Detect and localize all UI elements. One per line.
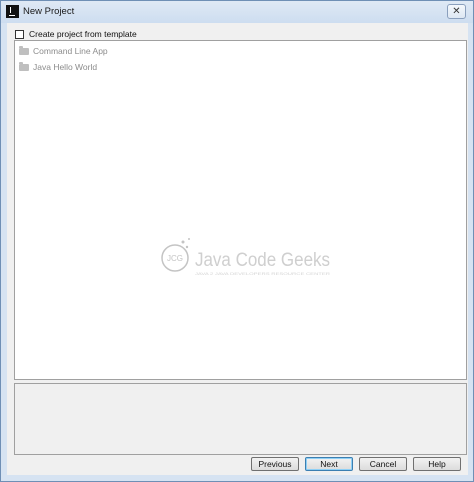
help-button[interactable]: Help xyxy=(413,457,461,471)
watermark-tagline: JAVA 2 JAVA DEVELOPERS RESOURCE CENTER xyxy=(195,272,331,276)
previous-button[interactable]: Previous xyxy=(251,457,299,471)
jcg-logo-text: JCG xyxy=(167,254,183,263)
template-item-label: Command Line App xyxy=(33,46,108,56)
folder-icon xyxy=(19,61,29,71)
close-icon: ✕ xyxy=(452,6,461,17)
folder-icon xyxy=(19,45,29,55)
create-from-template-label: Create project from template xyxy=(29,29,137,39)
create-from-template-checkbox[interactable] xyxy=(15,29,24,39)
cancel-button[interactable]: Cancel xyxy=(359,457,407,471)
template-description-panel xyxy=(14,383,467,455)
create-from-template-option[interactable]: Create project from template xyxy=(15,28,137,40)
template-item-label: Java Hello World xyxy=(33,62,98,72)
title-bar[interactable]: New Project ✕ xyxy=(1,1,473,23)
new-project-dialog: New Project ✕ Create project from templa… xyxy=(0,0,474,482)
list-item-command-line-app[interactable]: Command Line App xyxy=(19,45,108,57)
dialog-content: Create project from template Command Lin… xyxy=(7,23,468,475)
window-title: New Project xyxy=(23,6,75,17)
template-list[interactable]: Command Line App Java Hello World JCG Ja… xyxy=(14,40,467,380)
close-button[interactable]: ✕ xyxy=(447,4,466,19)
list-item-java-hello-world[interactable]: Java Hello World xyxy=(19,61,97,73)
intellij-idea-icon xyxy=(6,5,19,18)
next-button[interactable]: Next xyxy=(305,457,353,471)
watermark-brand: Java Code Geeks xyxy=(195,250,330,271)
java-code-geeks-watermark: JCG Java Code Geeks JAVA 2 JAVA DEVELOPE… xyxy=(161,238,331,276)
